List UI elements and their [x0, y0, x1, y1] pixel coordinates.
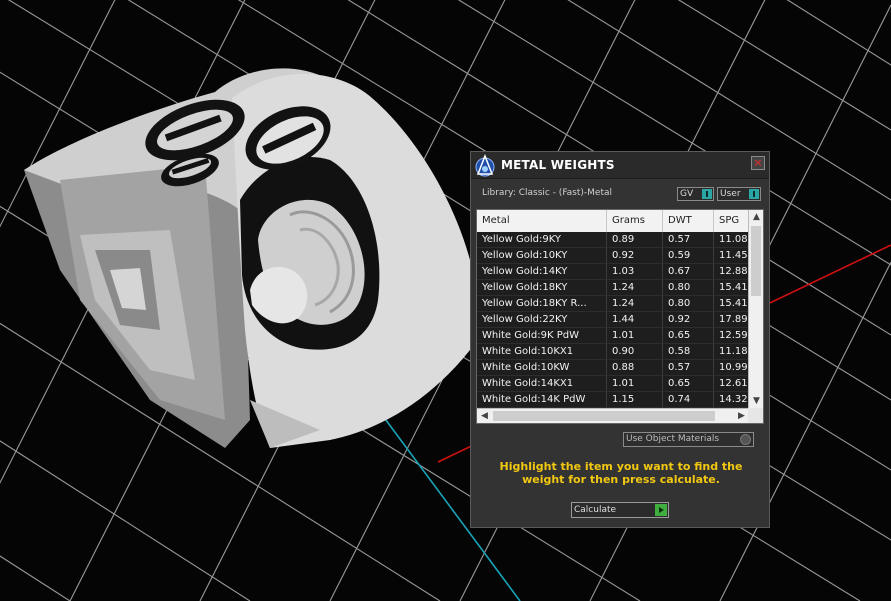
cell-dwt: 0.67: [663, 264, 714, 280]
use-object-materials-label: Use Object Materials: [626, 434, 720, 444]
table-header: Metal Grams DWT SPG: [477, 210, 754, 232]
chevron-down-icon[interactable]: ▼: [749, 395, 763, 407]
instruction-text: Highlight the item you want to find the …: [499, 460, 743, 486]
jcad-app-icon: [475, 153, 495, 177]
column-header-grams[interactable]: Grams: [607, 210, 663, 232]
table-row[interactable]: White Gold:9K PdW 1.01 0.65 12.59: [477, 328, 754, 344]
cell-metal: Yellow Gold:22KY: [477, 312, 607, 328]
cell-dwt: 0.80: [663, 280, 714, 296]
radio-icon: [740, 434, 751, 445]
calculate-button[interactable]: Calculate: [571, 502, 669, 518]
calculate-label: Calculate: [574, 505, 617, 515]
toggle-on-icon: [702, 189, 712, 199]
vertical-scroll-thumb[interactable]: [751, 226, 761, 296]
cell-grams: 1.01: [607, 376, 663, 392]
table-row[interactable]: White Gold:14KX1 1.01 0.65 12.61: [477, 376, 754, 392]
table-row[interactable]: White Gold:10KW 0.88 0.57 10.99: [477, 360, 754, 376]
cell-dwt: 0.65: [663, 376, 714, 392]
table-row[interactable]: Yellow Gold:10KY 0.92 0.59 11.45: [477, 248, 754, 264]
chevron-left-icon[interactable]: ◀: [477, 410, 492, 422]
cell-grams: 0.90: [607, 344, 663, 360]
cell-grams: 1.24: [607, 296, 663, 312]
cell-metal: Yellow Gold:9KY: [477, 232, 607, 248]
cell-dwt: 0.92: [663, 312, 714, 328]
table-row[interactable]: Yellow Gold:14KY 1.03 0.67 12.88: [477, 264, 754, 280]
column-header-metal[interactable]: Metal: [477, 210, 607, 232]
close-icon: ×: [753, 156, 763, 169]
cell-metal: Yellow Gold:18KY R...: [477, 296, 607, 312]
panel-titlebar[interactable]: METAL WEIGHTS ×: [471, 152, 769, 179]
panel-title: METAL WEIGHTS: [501, 158, 615, 172]
column-header-dwt[interactable]: DWT: [663, 210, 714, 232]
cell-dwt: 0.80: [663, 296, 714, 312]
cell-metal: Yellow Gold:14KY: [477, 264, 607, 280]
table-body: Yellow Gold:9KY 0.89 0.57 11.08 Yellow Gold…: [477, 232, 754, 408]
table-row[interactable]: Yellow Gold:22KY 1.44 0.92 17.89: [477, 312, 754, 328]
cell-metal: White Gold:10KW: [477, 360, 607, 376]
chevron-up-icon[interactable]: ▲: [749, 211, 763, 223]
close-button[interactable]: ×: [751, 156, 765, 170]
metal-weights-panel: METAL WEIGHTS × Library: Classic - (Fast…: [470, 151, 770, 528]
cell-grams: 0.89: [607, 232, 663, 248]
cell-grams: 1.44: [607, 312, 663, 328]
cell-dwt: 0.65: [663, 328, 714, 344]
cell-dwt: 0.57: [663, 232, 714, 248]
cell-grams: 0.88: [607, 360, 663, 376]
scroll-corner: [748, 408, 763, 423]
cell-metal: White Gold:9K PdW: [477, 328, 607, 344]
cell-dwt: 0.58: [663, 344, 714, 360]
horizontal-scrollbar[interactable]: ◀ ▶: [477, 408, 749, 423]
table-row[interactable]: Yellow Gold:18KY 1.24 0.80 15.41: [477, 280, 754, 296]
cell-dwt: 0.74: [663, 392, 714, 408]
table-row[interactable]: White Gold:10KX1 0.90 0.58 11.18: [477, 344, 754, 360]
cell-metal: Yellow Gold:10KY: [477, 248, 607, 264]
chevron-right-icon[interactable]: ▶: [734, 410, 749, 422]
play-icon: [655, 504, 667, 516]
cell-dwt: 0.59: [663, 248, 714, 264]
cell-metal: White Gold:14KX1: [477, 376, 607, 392]
vertical-scrollbar[interactable]: ▲ ▼: [748, 210, 763, 408]
cell-metal: Yellow Gold:18KY: [477, 280, 607, 296]
library-label: Library: Classic - (Fast)-Metal: [482, 188, 613, 198]
table-row[interactable]: Yellow Gold:9KY 0.89 0.57 11.08: [477, 232, 754, 248]
metal-table: Metal Grams DWT SPG Yellow Gold:9KY 0.89 0…: [476, 209, 764, 424]
cell-grams: 1.24: [607, 280, 663, 296]
cell-grams: 1.15: [607, 392, 663, 408]
gv-toggle-label: GV: [680, 189, 694, 199]
table-row[interactable]: White Gold:14K PdW 1.15 0.74 14.32: [477, 392, 754, 408]
cell-grams: 0.92: [607, 248, 663, 264]
cell-metal: White Gold:10KX1: [477, 344, 607, 360]
user-toggle[interactable]: User: [717, 187, 761, 201]
user-toggle-label: User: [720, 189, 741, 199]
cell-metal: White Gold:14K PdW: [477, 392, 607, 408]
use-object-materials-toggle[interactable]: Use Object Materials: [623, 432, 754, 447]
table-row[interactable]: Yellow Gold:18KY R... 1.24 0.80 15.41: [477, 296, 754, 312]
gv-toggle[interactable]: GV: [677, 187, 714, 201]
cell-dwt: 0.57: [663, 360, 714, 376]
horizontal-scroll-thumb[interactable]: [493, 411, 715, 421]
toggle-on-icon: [749, 189, 759, 199]
cell-grams: 1.03: [607, 264, 663, 280]
cell-grams: 1.01: [607, 328, 663, 344]
